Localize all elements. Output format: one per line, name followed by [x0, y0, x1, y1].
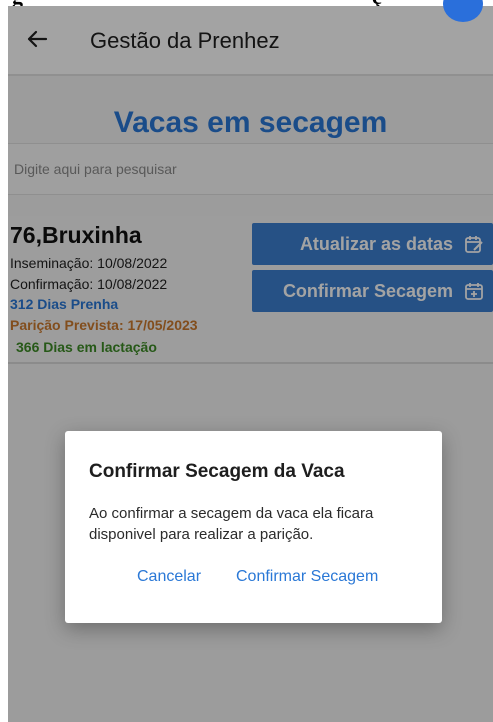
dialog-message: Ao confirmar a secagem da vaca ela ficar… [89, 505, 374, 543]
phone-screen: Gestão da Prenhez Vacas em secagem 76,Br… [8, 6, 493, 722]
confirm-button[interactable]: Confirmar Secagem [236, 568, 378, 586]
confirm-drying-dialog: Confirmar Secagem da Vaca Ao confirmar a… [65, 431, 442, 623]
cancel-button[interactable]: Cancelar [137, 568, 201, 586]
dialog-title: Confirmar Secagem da Vaca [89, 461, 345, 482]
